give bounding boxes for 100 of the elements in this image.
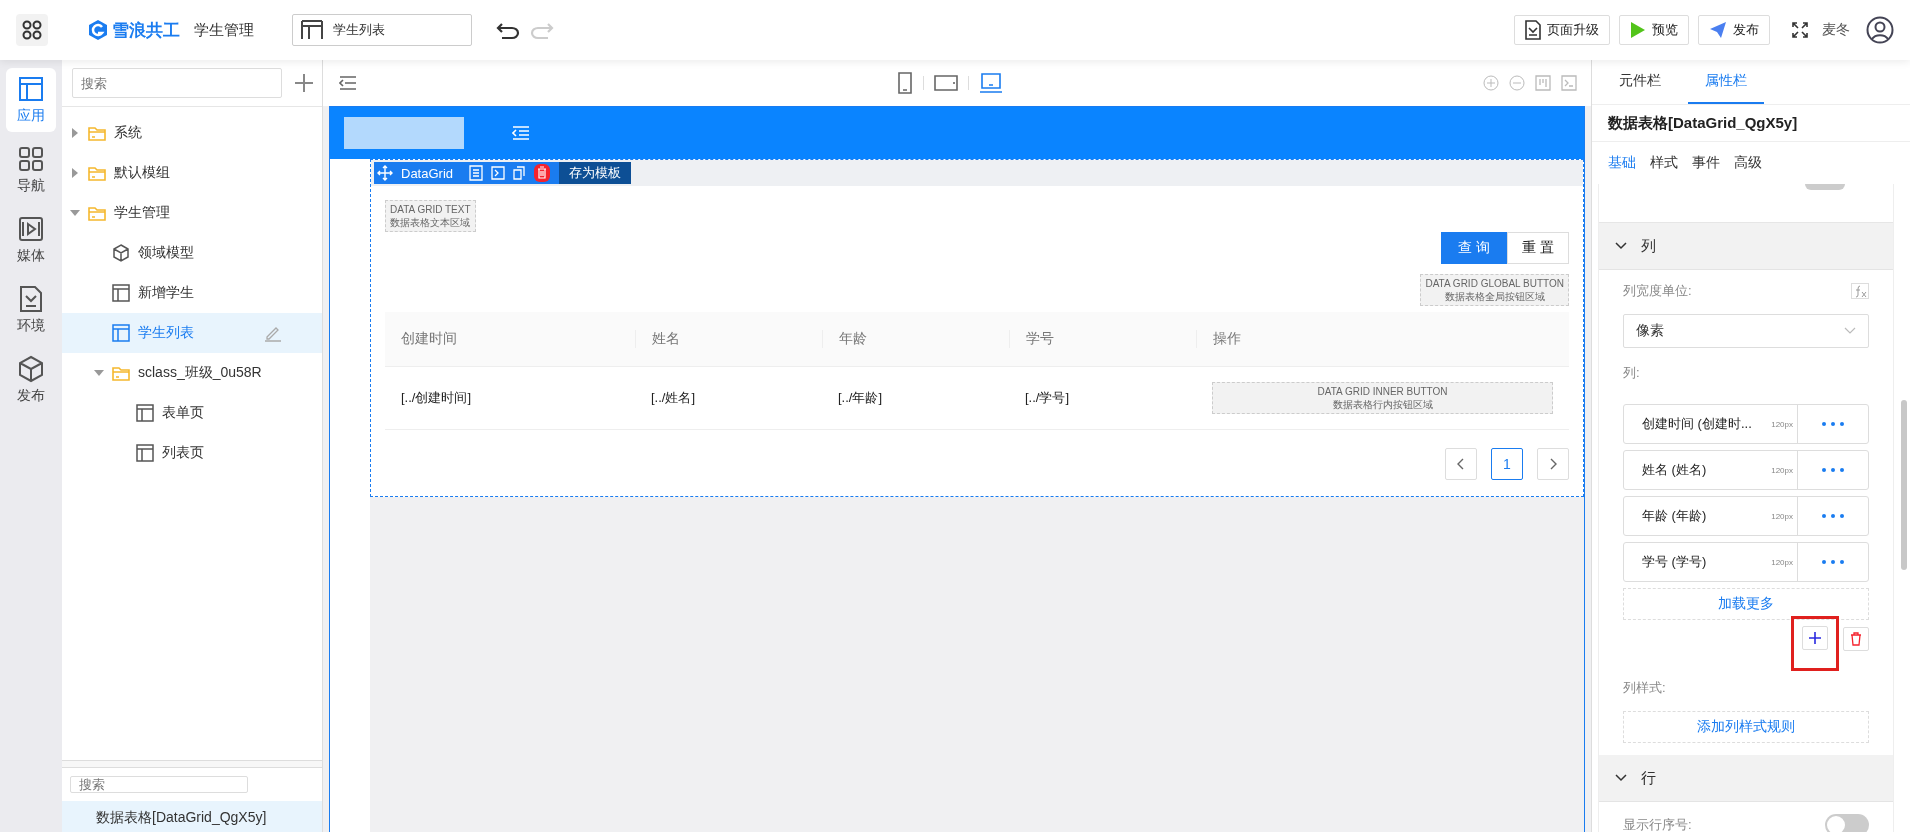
folder-icon xyxy=(112,365,130,381)
caret-right-icon xyxy=(70,168,80,178)
preview-button[interactable]: 预览 xyxy=(1619,15,1689,45)
search-field[interactable]: 搜索 xyxy=(72,68,282,98)
publish-button[interactable]: 发布 xyxy=(1698,15,1770,45)
caret-down-icon xyxy=(70,208,80,218)
rail-item[interactable]: 导航 xyxy=(6,138,56,202)
apps-menu-button[interactable] xyxy=(16,14,48,46)
rail-item[interactable]: 发布 xyxy=(6,348,56,412)
tree-item[interactable]: 学生管理 xyxy=(62,193,322,233)
add-icon[interactable] xyxy=(294,73,314,93)
field-label: 列宽度单位: xyxy=(1623,282,1692,300)
field-label: 显示行序号: xyxy=(1623,816,1692,832)
column-header: 学号 xyxy=(1009,330,1196,348)
play-icon xyxy=(1630,21,1646,39)
field-label: 列样式: xyxy=(1623,679,1667,697)
tree-item[interactable]: 系统 xyxy=(62,113,322,153)
fullscreen-icon[interactable] xyxy=(1792,22,1808,38)
undo-icon[interactable] xyxy=(496,20,522,40)
board-icon[interactable] xyxy=(1535,75,1551,91)
save-template-button[interactable]: 存为模板 xyxy=(559,162,632,184)
property-tab[interactable]: 样式 xyxy=(1650,154,1678,172)
column-item[interactable]: 年龄 (年龄) 120px xyxy=(1623,496,1869,536)
section-header[interactable]: 行 xyxy=(1599,755,1893,802)
table-cell-text: [../年龄] xyxy=(837,389,884,407)
page-selector[interactable]: 学生列表 xyxy=(292,14,472,46)
redo-icon[interactable] xyxy=(528,20,554,40)
chevron-down-icon xyxy=(1615,774,1627,782)
property-tab[interactable]: 事件 xyxy=(1692,154,1720,172)
column-width: 120px xyxy=(1771,557,1794,567)
panel-tab[interactable]: 元件栏 xyxy=(1602,60,1678,104)
zoom-in-icon[interactable] xyxy=(1483,75,1499,91)
toggle-switch[interactable] xyxy=(1825,814,1869,832)
zoom-out-icon[interactable] xyxy=(1509,75,1525,91)
document-icon xyxy=(1525,20,1541,40)
caret-down-icon xyxy=(94,368,104,378)
chevron-right-icon xyxy=(1549,458,1557,470)
unit-select[interactable]: 像素 xyxy=(1623,314,1869,348)
cube-icon xyxy=(112,244,130,262)
toggle-switch[interactable] xyxy=(1805,184,1845,190)
load-more-button[interactable]: 加载更多 xyxy=(1623,588,1869,620)
tree-item[interactable]: 表单页 xyxy=(62,393,322,433)
collapse-menu-icon[interactable] xyxy=(339,76,357,90)
document-icon[interactable] xyxy=(469,165,484,181)
upgrade-button[interactable]: 页面升级 xyxy=(1514,15,1610,45)
column-header: 姓名 xyxy=(635,330,822,348)
table-cell-text: [../姓名] xyxy=(650,389,697,407)
column-item[interactable]: 学号 (学号) 120px xyxy=(1623,542,1869,582)
apps-icon xyxy=(21,19,43,41)
scrollbar[interactable] xyxy=(1901,400,1907,570)
property-tab[interactable]: 基础 xyxy=(1608,154,1636,172)
tree-item[interactable]: 默认模组 xyxy=(62,153,322,193)
document-icon xyxy=(17,285,45,313)
tablet-icon[interactable] xyxy=(934,72,958,94)
page-layout-icon xyxy=(112,284,130,302)
formula-icon[interactable] xyxy=(1851,283,1869,299)
rail-item[interactable]: 环境 xyxy=(6,278,56,342)
tree-item[interactable]: 列表页 xyxy=(62,433,322,473)
add-style-rule-button[interactable]: 添加列样式规则 xyxy=(1623,711,1869,743)
next-page-button[interactable] xyxy=(1537,448,1569,480)
rail-item[interactable]: 应用 xyxy=(6,68,56,132)
column-width: 120px xyxy=(1771,465,1794,475)
column-header: 操作 xyxy=(1196,330,1569,348)
column-item[interactable]: 姓名 (姓名) 120px xyxy=(1623,450,1869,490)
delete-button[interactable] xyxy=(1843,627,1869,651)
terminal-icon[interactable] xyxy=(1561,75,1577,91)
caret-right-icon xyxy=(70,128,80,138)
column-header: 年龄 xyxy=(822,330,1009,348)
section-header[interactable]: 列 xyxy=(1599,223,1893,270)
property-tab[interactable]: 高级 xyxy=(1734,154,1762,172)
panel-tab[interactable]: 属性栏 xyxy=(1688,60,1764,104)
column-name: 创建时间 (创建时... xyxy=(1641,415,1753,433)
move-icon[interactable] xyxy=(377,165,393,181)
column-item[interactable]: 创建时间 (创建时... 120px xyxy=(1623,404,1869,444)
folder-icon xyxy=(88,125,106,141)
paper-plane-icon xyxy=(1709,21,1727,39)
chevron-left-icon xyxy=(1457,458,1465,470)
more-icon xyxy=(1822,422,1844,426)
copy-icon[interactable] xyxy=(513,166,526,180)
previous-page-button[interactable] xyxy=(1445,448,1477,480)
trash-icon[interactable] xyxy=(533,163,552,183)
user-name: 麦冬 xyxy=(1822,21,1850,39)
phone-icon[interactable] xyxy=(897,72,913,94)
page-layout-icon xyxy=(112,324,130,342)
tree-item[interactable]: 新增学生 xyxy=(62,273,322,313)
add-button[interactable] xyxy=(1802,626,1828,650)
avatar-icon[interactable] xyxy=(1866,16,1894,44)
column-name: 年龄 (年龄) xyxy=(1641,507,1708,525)
query-button[interactable]: 查 询 xyxy=(1441,232,1507,264)
search-field[interactable]: 搜索 xyxy=(70,776,248,793)
tree-item[interactable]: 领域模型 xyxy=(62,233,322,273)
data-grid[interactable]: DataGrid 存为模板 DATA GRID TEXT 数据表格文本区域 查 询 重 置 DATA GRID GLOBAL BUTTON 数据表格全局按钮区域 创建时间 姓名 年龄 学号 操作 [../创建时间] [../姓名] [../年龄] [../学号] DATA GRID INNER BUTTON 数据表格行内按钮区域 1 xyxy=(370,159,1584,497)
rail-item[interactable]: 媒体 xyxy=(6,208,56,272)
tree-item[interactable]: 学生列表 xyxy=(62,313,322,353)
reset-button[interactable]: 重 置 xyxy=(1507,232,1569,264)
desktop-icon[interactable] xyxy=(979,72,1003,94)
tree-item[interactable]: sclass_班级_0u58R xyxy=(62,353,322,393)
page-number-button[interactable]: 1 xyxy=(1491,448,1523,480)
outline-item[interactable]: 数据表格[DataGrid_QgX5y] xyxy=(62,801,322,832)
more-icon xyxy=(1822,514,1844,518)
